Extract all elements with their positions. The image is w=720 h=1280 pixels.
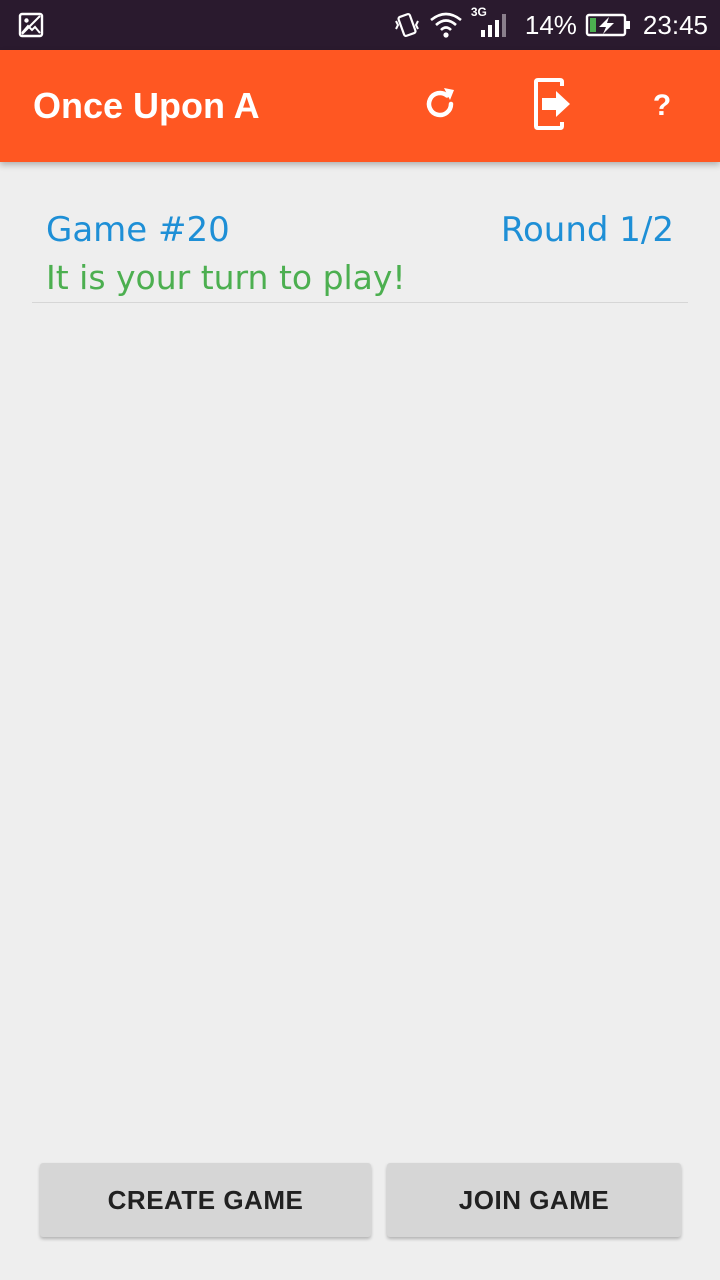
game-turn-status: It is your turn to play!: [46, 258, 406, 297]
battery-percent: 14%: [524, 9, 577, 40]
help-icon: ?: [652, 89, 672, 122]
create-game-button[interactable]: CREATE GAME: [40, 1163, 371, 1237]
game-number: Game #20: [46, 210, 230, 250]
signal-3g-icon: 3G: [471, 5, 511, 39]
refresh-button[interactable]: [412, 78, 468, 134]
image-notification-icon: [18, 12, 44, 38]
app-title: Once Upon A: [33, 85, 260, 126]
wifi-icon: [429, 11, 463, 39]
game-list-item[interactable]: Game #20 Round 1/2 It is your turn to pl…: [32, 196, 688, 303]
network-label: 3G: [470, 5, 487, 19]
exit-icon: [528, 77, 576, 135]
join-game-button[interactable]: JOIN GAME: [387, 1163, 681, 1237]
game-round: Round 1/2: [500, 210, 674, 250]
help-button[interactable]: ?: [634, 78, 690, 134]
battery-charging-icon: [585, 11, 631, 39]
status-bar: 3G 14% 23:45: [0, 0, 720, 50]
clock: 23:45: [642, 9, 708, 40]
app-bar: Once Upon A ?: [0, 50, 720, 162]
vibrate-icon: [393, 11, 421, 39]
exit-button[interactable]: [524, 77, 580, 135]
status-icons: 3G 14% 23:45: [393, 0, 708, 50]
refresh-icon: [420, 84, 460, 129]
